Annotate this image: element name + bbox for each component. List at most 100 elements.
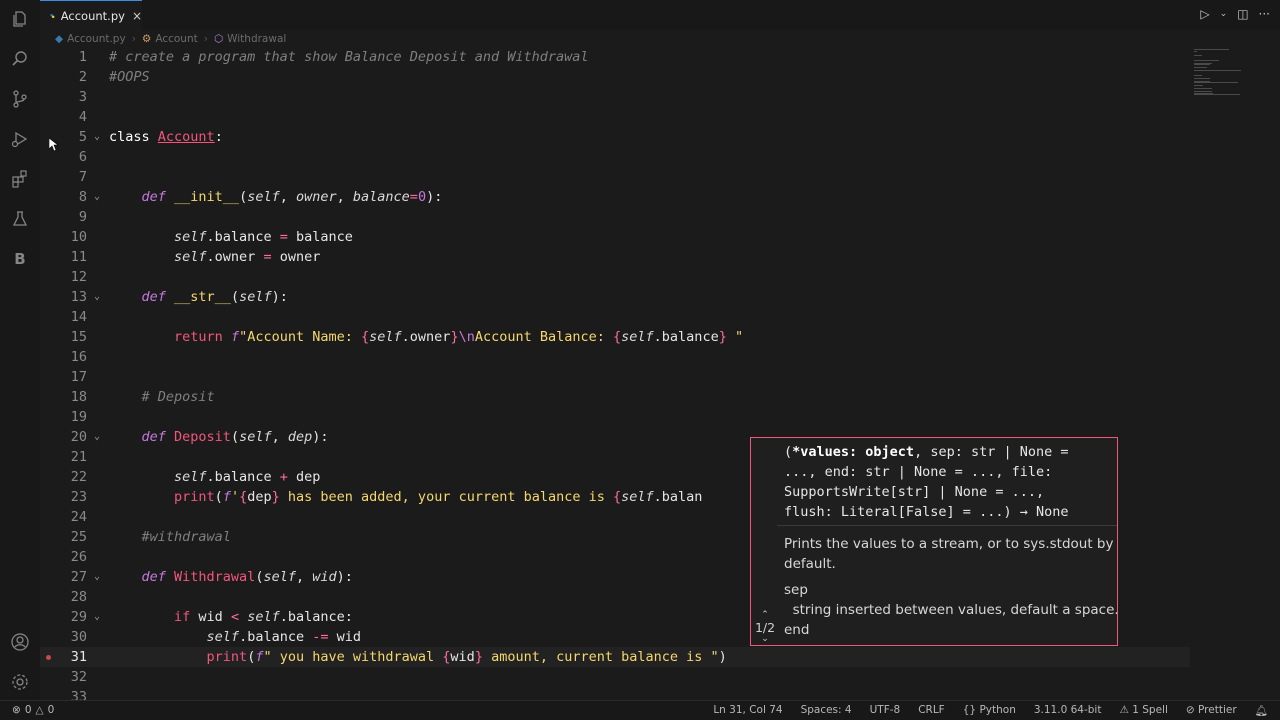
warning-icon[interactable]: △: [36, 704, 44, 716]
extensions-icon[interactable]: [10, 169, 30, 189]
minimap-line: [1194, 50, 1197, 52]
more-actions-icon[interactable]: ···: [1259, 7, 1270, 21]
spell-check[interactable]: ⚠ 1 Spell: [1119, 704, 1167, 717]
testing-icon[interactable]: [10, 209, 30, 229]
pager-label: 1/2: [754, 620, 776, 635]
code-line[interactable]: 15 return f"Account Name: {self.owner}\n…: [40, 327, 1190, 347]
status-bar: ⊗ 0 △ 0 Ln 31, Col 74 Spaces: 4 UTF-8 CR…: [0, 700, 1280, 720]
minimap[interactable]: [1190, 47, 1270, 700]
code-line[interactable]: 31 print(f" you have withdrawal {wid} am…: [40, 647, 1190, 667]
source-control-icon[interactable]: [10, 89, 30, 109]
breadcrumb-class[interactable]: Account: [155, 33, 197, 45]
code-text: self.balance = balance: [174, 229, 353, 245]
line-number: 3: [78, 89, 87, 105]
breadcrumb-method[interactable]: Withdrawal: [227, 33, 286, 45]
settings-gear-icon[interactable]: [10, 672, 30, 692]
account-icon[interactable]: [10, 632, 30, 652]
code-line[interactable]: 6: [40, 147, 1190, 167]
code-text: return f"Account Name: {self.owner}\nAcc…: [174, 329, 744, 345]
fold-chevron-icon[interactable]: ⌄: [94, 567, 100, 587]
line-number: 16: [70, 349, 87, 365]
line-number: 24: [70, 509, 87, 525]
code-text: def __init__(self, owner, balance=0):: [141, 189, 443, 205]
minimap-line: [1194, 49, 1230, 50]
code-line[interactable]: 33: [40, 687, 1190, 700]
code-line[interactable]: 17: [40, 367, 1190, 387]
code-line[interactable]: 19: [40, 407, 1190, 427]
line-number: 21: [70, 449, 87, 465]
search-icon[interactable]: [10, 49, 30, 69]
code-line[interactable]: 2 #OOPS: [40, 67, 1190, 87]
split-editor-icon[interactable]: ◫: [1237, 7, 1248, 21]
code-line[interactable]: 3: [40, 87, 1190, 107]
code-text: #OOPS: [109, 69, 150, 85]
line-number: 4: [78, 109, 87, 125]
warning-count[interactable]: 0: [48, 704, 55, 716]
breadcrumb-file[interactable]: Account.py: [67, 33, 126, 45]
line-number: 29: [70, 609, 87, 625]
line-number: 23: [70, 489, 87, 505]
fold-chevron-icon[interactable]: ⌄: [94, 427, 100, 447]
method-icon: ⬡: [213, 33, 224, 45]
code-text: # create a program that show Balance Dep…: [109, 49, 589, 65]
braces-icon: {}: [962, 704, 977, 716]
chevron-down-icon[interactable]: ⌄: [1220, 9, 1228, 19]
code-line[interactable]: 4: [40, 107, 1190, 127]
code-line[interactable]: 18 # Deposit: [40, 387, 1190, 407]
line-number: 13: [70, 289, 87, 305]
code-text: class Account:: [109, 129, 223, 145]
chevron-down-icon[interactable]: ⌄: [751, 635, 779, 644]
code-line[interactable]: 12: [40, 267, 1190, 287]
line-number: 27: [70, 569, 87, 585]
cursor-position[interactable]: Ln 31, Col 74: [713, 704, 782, 717]
error-icon[interactable]: ⊗: [12, 704, 21, 716]
code-line[interactable]: 7: [40, 167, 1190, 187]
interpreter[interactable]: 3.11.0 64-bit: [1034, 704, 1102, 717]
line-number: 9: [78, 209, 87, 225]
close-icon[interactable]: ×: [132, 9, 142, 23]
code-line[interactable]: 5 ⌄ class Account:: [40, 127, 1190, 147]
minimap-line: [1194, 55, 1203, 56]
prettier-status[interactable]: ⊘ Prettier: [1186, 704, 1237, 717]
line-number: 7: [78, 169, 87, 185]
code-line[interactable]: 16: [40, 347, 1190, 367]
line-number: 6: [78, 149, 87, 165]
fold-chevron-icon[interactable]: ⌄: [94, 127, 100, 147]
line-number: 5: [78, 129, 87, 145]
code-line[interactable]: 11 self.owner = owner: [40, 247, 1190, 267]
fold-chevron-icon[interactable]: ⌄: [94, 607, 100, 627]
code-line[interactable]: 1 # create a program that show Balance De…: [40, 47, 1190, 67]
notifications-bell-icon[interactable]: 🔔︎: [1255, 704, 1268, 717]
code-line[interactable]: 32: [40, 667, 1190, 687]
tab-account-py[interactable]: Account.py ×: [40, 0, 142, 30]
code-line[interactable]: 10 self.balance = balance: [40, 227, 1190, 247]
chevron-up-icon[interactable]: ⌃: [751, 611, 779, 620]
explorer-icon[interactable]: [10, 9, 30, 29]
indentation[interactable]: Spaces: 4: [801, 704, 852, 717]
run-debug-icon[interactable]: [10, 129, 30, 149]
b-icon[interactable]: B: [10, 249, 30, 269]
line-number: 18: [70, 389, 87, 405]
code-line[interactable]: 8 ⌄ def __init__(self, owner, balance=0):: [40, 187, 1190, 207]
warning-icon: ⚠: [1119, 704, 1129, 716]
code-text: def __str__(self):: [141, 289, 288, 305]
signature-help-popup: (*values: object, sep: str | None = ...,…: [750, 437, 1118, 646]
line-ending[interactable]: CRLF: [918, 704, 945, 717]
overload-pager[interactable]: ⌃ 1/2 ⌄: [751, 611, 779, 644]
minimap-line: [1194, 94, 1240, 95]
code-line[interactable]: 9: [40, 207, 1190, 227]
fold-chevron-icon[interactable]: ⌄: [94, 187, 100, 207]
run-icon[interactable]: ▷: [1200, 7, 1209, 21]
code-line[interactable]: 14: [40, 307, 1190, 327]
minimap-line: [1194, 85, 1203, 86]
fold-chevron-icon[interactable]: ⌄: [94, 287, 100, 307]
error-count[interactable]: 0: [25, 704, 32, 716]
code-line[interactable]: 13 ⌄ def __str__(self):: [40, 287, 1190, 307]
line-number: 1: [78, 49, 87, 65]
python-file-icon: ◆: [55, 33, 64, 45]
language-mode[interactable]: {} Python: [963, 704, 1016, 717]
signature-text: (*values: object, sep: str | None = ...,…: [784, 444, 1069, 520]
documentation-text: Prints the values to a stream, or to sys…: [784, 536, 1118, 638]
encoding[interactable]: UTF-8: [870, 704, 901, 717]
code-text: print(f" you have withdrawal {wid} amoun…: [206, 649, 727, 665]
